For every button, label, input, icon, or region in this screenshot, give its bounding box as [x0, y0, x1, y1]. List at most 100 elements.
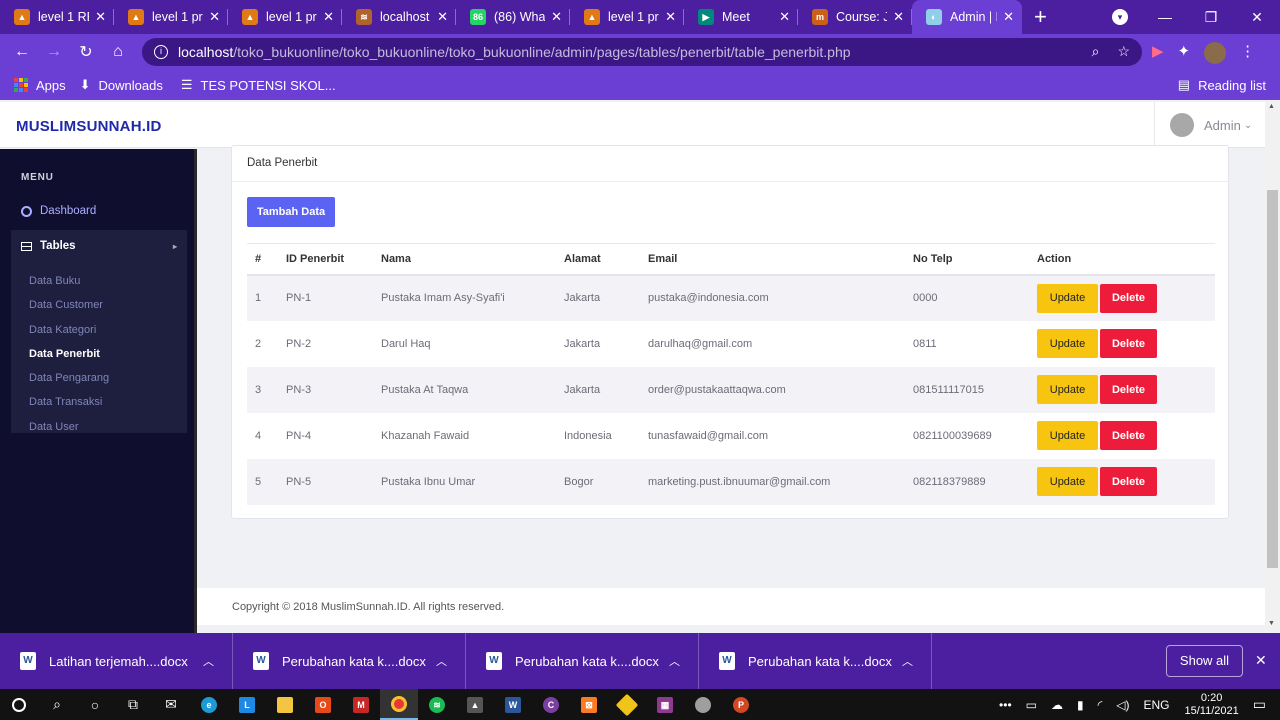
show-all-button[interactable]: Show all	[1166, 645, 1243, 677]
language-indicator[interactable]: ENG	[1144, 698, 1170, 712]
brand-logo[interactable]: MUSLIMSUNNAH.ID	[16, 118, 162, 135]
bookmark-downloads[interactable]: ⬇ Downloads	[80, 77, 163, 93]
browser-tab[interactable]: ◐ Admin | M ✕	[912, 0, 1022, 34]
close-tab-icon[interactable]: ✕	[893, 9, 904, 25]
spotify-icon[interactable]: ≋	[418, 689, 456, 720]
download-item[interactable]: W Latihan terjemah....docx ︿	[0, 633, 233, 689]
delete-button[interactable]: Delete	[1100, 329, 1157, 358]
extension-icon[interactable]: ▶	[1152, 42, 1164, 64]
browser-tab[interactable]: ▲ level 1 pr ✕	[228, 0, 342, 34]
sidebar-item-dashboard[interactable]: Dashboard	[21, 205, 96, 217]
scroll-thumb[interactable]	[1267, 190, 1278, 568]
overflow-icon[interactable]: •••	[999, 698, 1012, 712]
update-button[interactable]: Update	[1037, 283, 1098, 313]
scroll-down-icon[interactable]: ▼	[1268, 620, 1275, 627]
home-icon[interactable]: ⌂	[102, 43, 134, 61]
edge-icon[interactable]: e	[190, 689, 228, 720]
task-view-icon[interactable]: ⧉	[114, 689, 152, 720]
site-info-icon[interactable]: i	[154, 45, 168, 59]
sidebar-subitem-data-transaksi[interactable]: Data Transaksi	[29, 396, 102, 408]
user-menu[interactable]: Admin ⌄	[1154, 102, 1265, 148]
download-item[interactable]: W Perubahan kata k....docx ︿	[699, 633, 932, 689]
remote-icon[interactable]	[684, 689, 722, 720]
bookmark-tes-potensi[interactable]: ☰ TES POTENSI SKOL...	[181, 77, 336, 93]
close-tab-icon[interactable]: ✕	[551, 9, 562, 25]
chevron-up-icon[interactable]: ︿	[669, 653, 680, 669]
delete-button[interactable]: Delete	[1100, 467, 1157, 496]
clock[interactable]: 0:20 15/11/2021	[1185, 692, 1239, 718]
office-icon[interactable]: O	[304, 689, 342, 720]
close-download-bar-icon[interactable]: ✕	[1255, 652, 1267, 669]
download-item[interactable]: W Perubahan kata k....docx ︿	[233, 633, 466, 689]
browser-tab[interactable]: ▶ Meet ✕	[684, 0, 798, 34]
volume-icon[interactable]: ◁)	[1116, 698, 1129, 712]
close-tab-icon[interactable]: ✕	[437, 9, 448, 25]
delete-button[interactable]: Delete	[1100, 283, 1157, 313]
winrar-icon[interactable]: ▦	[646, 689, 684, 720]
file-explorer-icon[interactable]	[266, 689, 304, 720]
sidebar-subitem-data-user[interactable]: Data User	[29, 421, 79, 433]
browser-tab[interactable]: ▲ level 1 pr ✕	[570, 0, 684, 34]
update-button[interactable]: Update	[1037, 467, 1098, 496]
zoom-search-icon[interactable]: ⌕	[1092, 43, 1100, 60]
back-icon[interactable]: ←	[6, 43, 38, 61]
cortana-icon[interactable]: ○	[76, 689, 114, 720]
word-icon[interactable]: W	[494, 689, 532, 720]
chevron-up-icon[interactable]: ︿	[203, 653, 214, 669]
close-tab-icon[interactable]: ✕	[779, 9, 790, 25]
start-icon[interactable]	[0, 689, 38, 720]
bookmark-star-icon[interactable]: ☆	[1117, 43, 1130, 60]
update-button[interactable]: Update	[1037, 421, 1098, 450]
minimize-icon[interactable]: —	[1142, 9, 1188, 25]
address-bar[interactable]: i localhost/toko_bukuonline/toko_bukuonl…	[142, 38, 1142, 66]
battery-icon[interactable]: ▭	[1026, 698, 1037, 712]
download-item[interactable]: W Perubahan kata k....docx ︿	[466, 633, 699, 689]
photos-icon[interactable]: ▲	[456, 689, 494, 720]
restore-icon[interactable]: ❐	[1188, 9, 1234, 26]
powerpoint-icon[interactable]: P	[722, 689, 760, 720]
delete-button[interactable]: Delete	[1100, 421, 1157, 450]
bookmark-apps[interactable]: Apps	[14, 78, 66, 93]
reading-list[interactable]: ▤ Reading list	[1178, 77, 1266, 93]
notification-icon[interactable]: ▭	[1253, 696, 1266, 713]
mcafee-icon[interactable]: M	[342, 689, 380, 720]
close-tab-icon[interactable]: ✕	[323, 9, 334, 25]
puzzle-extensions-icon[interactable]: ✦	[1178, 42, 1191, 64]
sidebar-subitem-data-buku[interactable]: Data Buku	[29, 275, 80, 287]
scroll-up-icon[interactable]: ▲	[1268, 103, 1275, 110]
close-tab-icon[interactable]: ✕	[95, 9, 106, 25]
reload-icon[interactable]: ↻	[70, 42, 102, 62]
close-tab-icon[interactable]: ✕	[665, 9, 676, 25]
close-tab-icon[interactable]: ✕	[209, 9, 220, 25]
sidebar-subitem-data-kategori[interactable]: Data Kategori	[29, 324, 96, 336]
close-window-icon[interactable]: ✕	[1234, 9, 1280, 26]
chevron-up-icon[interactable]: ︿	[902, 653, 913, 669]
forward-icon[interactable]: →	[38, 43, 70, 61]
mail-icon[interactable]: ✉	[152, 689, 190, 720]
sidebar-subitem-data-penerbit[interactable]: Data Penerbit	[29, 348, 100, 360]
xampp-icon[interactable]: ⊠	[570, 689, 608, 720]
add-data-button[interactable]: Tambah Data	[247, 197, 335, 227]
close-tab-icon[interactable]: ✕	[1003, 9, 1014, 25]
browser-tab[interactable]: 86 (86) Wha ✕	[456, 0, 570, 34]
sidebar-item-tables[interactable]: Tables ▸	[21, 240, 177, 252]
microphone-icon[interactable]: ▮	[1077, 698, 1084, 712]
delete-button[interactable]: Delete	[1100, 375, 1157, 404]
profile-avatar[interactable]	[1204, 42, 1227, 64]
sidebar-subitem-data-customer[interactable]: Data Customer	[29, 299, 103, 311]
git-icon[interactable]	[608, 689, 646, 720]
cloud-icon[interactable]: ☁	[1051, 698, 1063, 712]
browser-tab[interactable]: ▲ level 1 RE ✕	[0, 0, 114, 34]
page-scrollbar[interactable]: ▲ ▼	[1265, 100, 1280, 633]
canva-icon[interactable]: C	[532, 689, 570, 720]
browser-tab[interactable]: ≋ localhost ✕	[342, 0, 456, 34]
browser-tab[interactable]: m Course: J ✕	[798, 0, 912, 34]
tab-search-icon[interactable]: ▾	[1112, 9, 1128, 25]
search-icon[interactable]: ⌕	[38, 689, 76, 720]
wifi-icon[interactable]: ◜	[1098, 698, 1103, 712]
update-button[interactable]: Update	[1037, 375, 1098, 404]
new-tab-button[interactable]: +	[1034, 0, 1047, 34]
browser-menu-icon[interactable]: ⋮	[1240, 42, 1255, 64]
sidebar-subitem-data-pengarang[interactable]: Data Pengarang	[29, 372, 109, 384]
chrome-icon[interactable]	[380, 689, 418, 720]
